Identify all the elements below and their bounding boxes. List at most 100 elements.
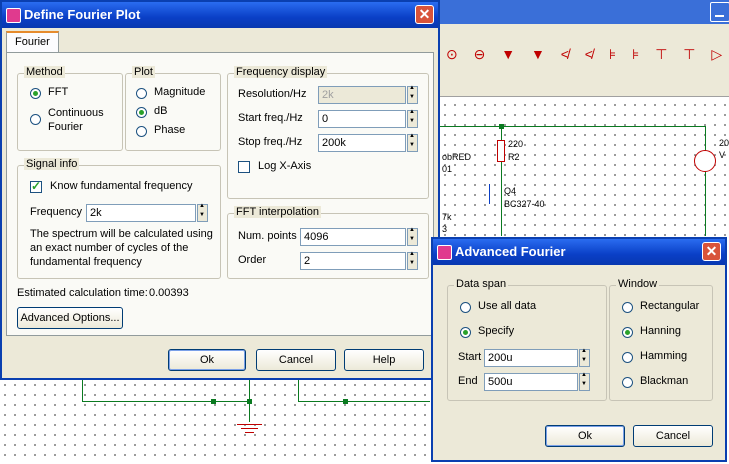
blackman-radio[interactable]	[622, 377, 633, 388]
blackman-label: Blackman	[640, 375, 689, 387]
frequency-display-label: Frequency display	[234, 66, 328, 78]
window-label: Window	[616, 278, 660, 290]
end-input[interactable]: 500u	[484, 373, 578, 391]
frequency-input[interactable]: 2k	[86, 204, 196, 222]
schematic-wire	[82, 380, 83, 402]
start-input[interactable]: 200u	[484, 349, 578, 367]
schematic-node	[211, 399, 216, 404]
schematic-wire	[82, 401, 250, 402]
magnitude-radio[interactable]	[136, 88, 147, 99]
signal-info-description: The spectrum will be calculated using an…	[30, 228, 213, 268]
schematic-window-titlebar	[440, 0, 729, 24]
cancel-button[interactable]: Cancel	[256, 349, 336, 371]
advanced-titlebar[interactable]: Advanced Fourier ✕	[433, 239, 725, 265]
schematic-wire	[298, 401, 430, 402]
use-all-data-label: Use all data	[478, 300, 537, 312]
specify-radio[interactable]	[460, 327, 471, 338]
stop-freq-label: Stop freq./Hz	[238, 136, 303, 148]
start-spinner[interactable]	[579, 348, 590, 367]
schematic-node	[247, 399, 252, 404]
start-label: Start	[458, 351, 482, 363]
advanced-close-button[interactable]: ✕	[702, 242, 721, 261]
advanced-cancel-button[interactable]: Cancel	[633, 425, 713, 447]
use-all-data-radio[interactable]	[460, 302, 471, 313]
frequency-display-group: Frequency display Resolution/Hz 2k Start…	[227, 66, 429, 199]
schematic-wire	[705, 126, 706, 236]
dialog-title: Define Fourier Plot	[24, 7, 141, 22]
schematic-label: 220	[508, 139, 524, 149]
start-freq-input[interactable]: 0	[318, 110, 406, 128]
hamming-label: Hamming	[640, 350, 688, 362]
schematic-label: 01	[442, 164, 453, 174]
source-symbol	[694, 150, 716, 172]
hamming-radio[interactable]	[622, 352, 633, 363]
estimated-time-value: 0.00393	[149, 287, 189, 299]
start-freq-spinner[interactable]	[407, 109, 418, 128]
ok-button[interactable]: Ok	[168, 349, 246, 371]
method-group: Method FFT Continuous Fourier	[17, 66, 123, 151]
app-icon	[6, 8, 21, 23]
order-label: Order	[238, 254, 267, 266]
num-points-input[interactable]: 4096	[300, 228, 406, 246]
stop-freq-input[interactable]: 200k	[318, 134, 406, 152]
signal-info-group: Signal info Know fundamental frequency F…	[17, 158, 221, 279]
help-button[interactable]: Help	[344, 349, 424, 371]
advanced-ok-button[interactable]: Ok	[545, 425, 625, 447]
close-button[interactable]: ✕	[415, 5, 434, 24]
component-icons[interactable]: ⊙ ⊖ ▼ ▼ ≮ ≮ ⊧ ⊧ ⊤ ⊤ ▷	[446, 46, 728, 63]
resistor-symbol	[497, 140, 505, 162]
schematic-wire	[298, 380, 299, 402]
define-fourier-plot-dialog: Define Fourier Plot ✕ Fourier Method FFT…	[0, 0, 440, 380]
schematic-wire	[440, 126, 705, 127]
minimize-button[interactable]	[710, 2, 729, 22]
num-points-label: Num. points	[238, 230, 297, 242]
num-points-spinner[interactable]	[407, 227, 418, 246]
schematic-node	[499, 124, 504, 129]
end-spinner[interactable]	[579, 372, 590, 391]
resolution-spinner	[407, 85, 418, 104]
fft-interpolation-group: FFT interpolation Num. points 4096 Order…	[227, 206, 429, 279]
db-radio[interactable]	[136, 107, 147, 118]
resolution-label: Resolution/Hz	[238, 88, 307, 100]
frequency-label: Frequency	[30, 206, 82, 218]
schematic-label: 7k	[442, 212, 452, 222]
schematic-label: BC327-40	[504, 199, 545, 209]
data-span-label: Data span	[454, 278, 509, 290]
start-freq-label: Start freq./Hz	[238, 112, 303, 124]
schematic-label: 3	[442, 224, 448, 234]
stop-freq-spinner[interactable]	[407, 133, 418, 152]
hanning-radio[interactable]	[622, 327, 633, 338]
fft-radio[interactable]	[30, 88, 41, 99]
order-spinner[interactable]	[407, 251, 418, 270]
frequency-spinner[interactable]	[197, 203, 208, 222]
schematic-node	[343, 399, 348, 404]
order-input[interactable]: 2	[300, 252, 406, 270]
end-label: End	[458, 375, 478, 387]
db-label: dB	[154, 105, 168, 117]
resolution-input: 2k	[318, 86, 406, 104]
fft-interpolation-label: FFT interpolation	[234, 206, 321, 218]
hanning-label: Hanning	[640, 325, 681, 337]
rectangular-radio[interactable]	[622, 302, 633, 313]
know-fundamental-label: Know fundamental frequency	[50, 180, 193, 192]
rectangular-label: Rectangular	[640, 300, 700, 312]
know-fundamental-checkbox[interactable]	[30, 179, 42, 193]
phase-radio[interactable]	[136, 126, 147, 137]
fourier-tab-panel: Method FFT Continuous Fourier Plot Magni…	[6, 52, 434, 336]
plot-group: Plot Magnitude dB Phase	[125, 66, 221, 151]
dialog-titlebar[interactable]: Define Fourier Plot ✕	[2, 2, 438, 28]
schematic-canvas-lower[interactable]	[0, 380, 430, 464]
plot-label: Plot	[132, 66, 155, 78]
advanced-options-button[interactable]: Advanced Options...	[17, 307, 123, 329]
log-x-axis-checkbox[interactable]	[238, 161, 250, 173]
ground-symbol	[237, 424, 262, 425]
schematic-label: obRED	[442, 152, 472, 162]
continuous-fourier-radio[interactable]	[30, 114, 41, 125]
signal-info-label: Signal info	[24, 158, 80, 170]
continuous-fourier-label: Continuous Fourier	[48, 107, 104, 133]
app-icon	[437, 245, 452, 260]
tab-fourier[interactable]: Fourier	[6, 31, 59, 53]
schematic-label: R2	[508, 152, 520, 162]
method-label: Method	[24, 66, 65, 78]
magnitude-label: Magnitude	[154, 86, 206, 98]
